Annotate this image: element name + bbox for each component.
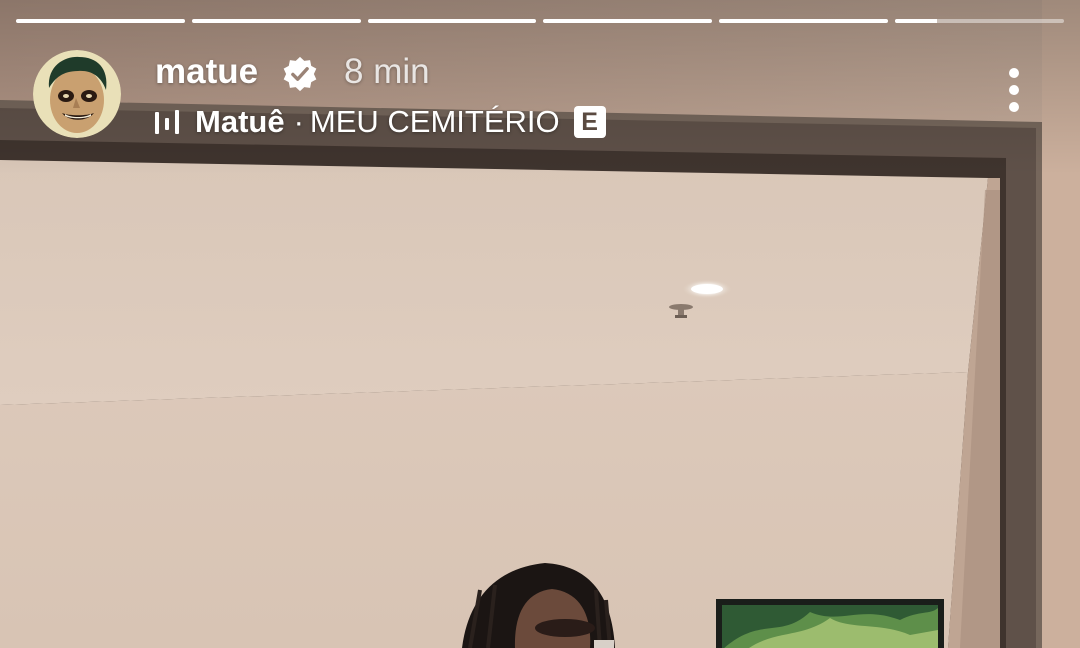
verified-badge-icon bbox=[283, 56, 317, 92]
progress-segment bbox=[543, 19, 713, 23]
progress-segment-fill bbox=[719, 19, 889, 23]
username[interactable]: matue bbox=[155, 51, 258, 93]
story-viewer[interactable]: matue 8 min Matuê · MEU CEMITÉRIO E bbox=[0, 0, 1080, 648]
progress-segment-fill bbox=[543, 19, 713, 23]
music-song-title: MEU CEMITÉRIO bbox=[309, 104, 560, 139]
story-progress-bar bbox=[16, 19, 1064, 24]
progress-segment-fill bbox=[16, 19, 185, 23]
story-photo bbox=[0, 0, 1080, 648]
progress-segment bbox=[16, 19, 185, 23]
post-time: 8 min bbox=[344, 52, 430, 91]
avatar-image bbox=[33, 50, 121, 138]
progress-segment bbox=[719, 19, 889, 23]
progress-segment bbox=[895, 19, 1064, 23]
music-separator: · bbox=[293, 104, 304, 139]
explicit-badge: E bbox=[573, 106, 606, 138]
music-bars-icon bbox=[155, 110, 179, 134]
avatar[interactable] bbox=[33, 50, 121, 138]
music-artist: Matuê bbox=[195, 104, 285, 139]
progress-segment-fill bbox=[895, 19, 938, 23]
progress-segment bbox=[367, 19, 537, 23]
progress-segment-fill bbox=[191, 19, 361, 23]
progress-segment-fill bbox=[367, 19, 537, 23]
more-vertical-icon[interactable] bbox=[999, 66, 1029, 118]
progress-segment bbox=[191, 19, 361, 23]
music-attribution[interactable]: Matuê · MEU CEMITÉRIO E bbox=[155, 101, 606, 143]
